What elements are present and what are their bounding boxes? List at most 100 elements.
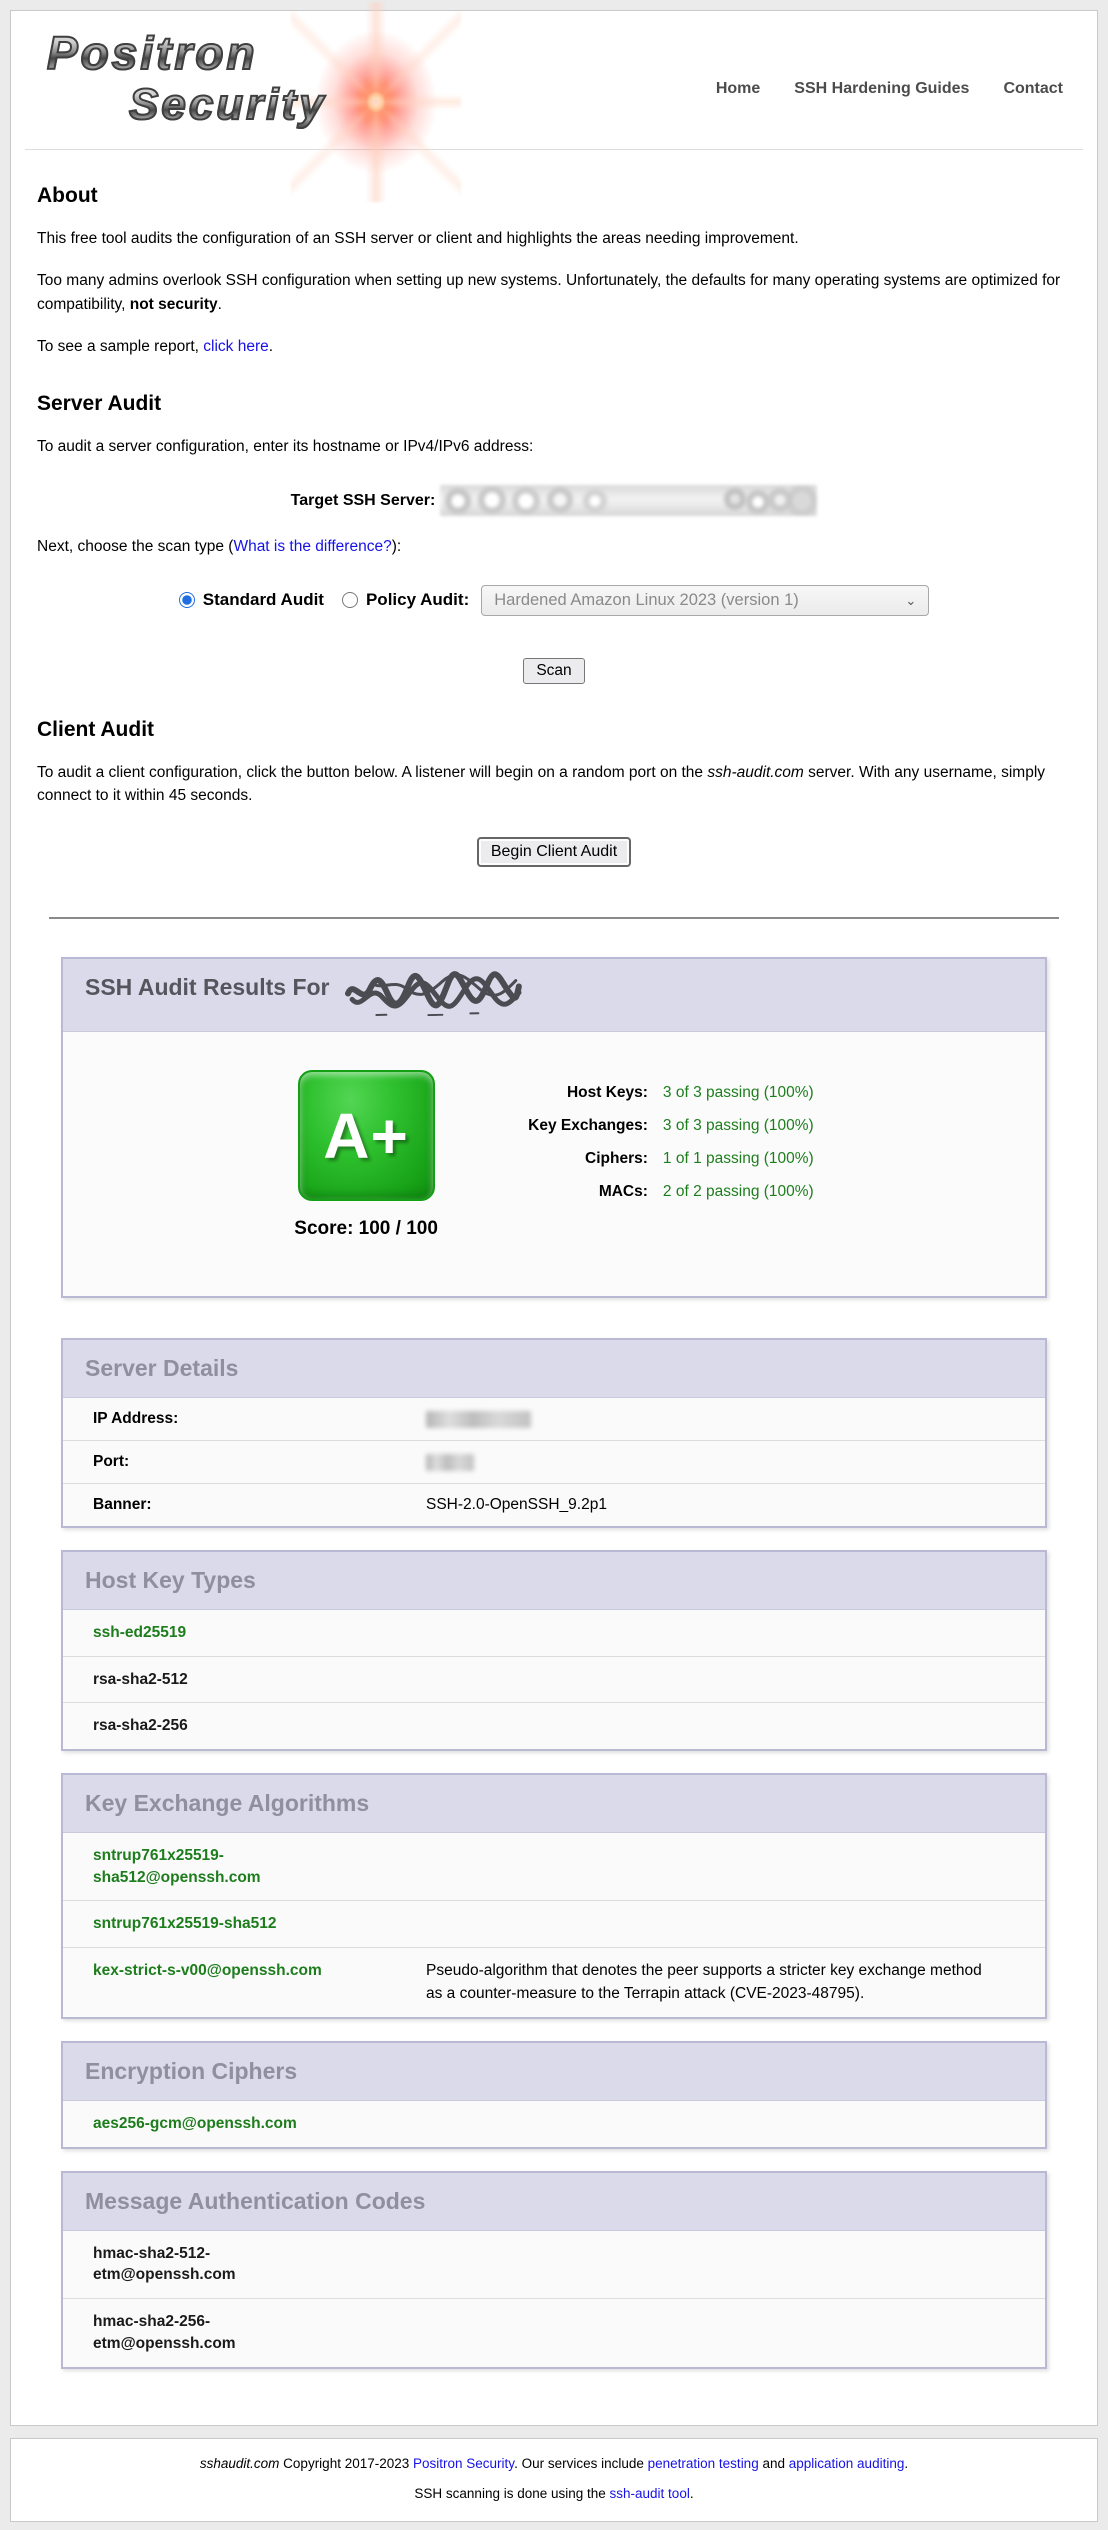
site-header: Positron Security Home SSH Hardening Gui… xyxy=(11,11,1097,149)
algorithm-row: rsa-sha2-256 xyxy=(63,1703,1045,1749)
nav-ssh-hardening-guides[interactable]: SSH Hardening Guides xyxy=(794,80,969,98)
algorithm-row: hmac-sha2-256- etm@openssh.com xyxy=(63,2299,1045,2366)
sample-report-link[interactable]: click here xyxy=(203,338,268,355)
about-paragraph-2: Too many admins overlook SSH configurati… xyxy=(37,269,1071,316)
score-text: Score: 100 / 100 xyxy=(294,1218,438,1240)
stat-row-macs: MACs: 2 of 2 passing (100%) xyxy=(486,1183,814,1201)
grade-badge: A+ xyxy=(298,1070,435,1201)
encryption-ciphers-list: aes256-gcm@openssh.com xyxy=(63,2101,1045,2147)
main-nav: Home SSH Hardening Guides Contact xyxy=(716,80,1063,98)
redacted-ip-value xyxy=(426,1411,531,1428)
results-panel-body: A+ Score: 100 / 100 Host Keys: 3 of 3 pa… xyxy=(63,1032,1045,1296)
scan-button[interactable]: Scan xyxy=(523,658,584,684)
algorithm-description: Pseudo-algorithm that denotes the peer s… xyxy=(426,1960,1045,2005)
grade-column: A+ Score: 100 / 100 xyxy=(294,1070,438,1240)
policy-audit-label: Policy Audit: xyxy=(366,590,469,610)
algorithm-description xyxy=(426,1913,1045,1935)
positron-security-logo: Positron Security xyxy=(33,18,463,150)
standard-audit-label: Standard Audit xyxy=(203,590,324,610)
begin-client-audit-button[interactable]: Begin Client Audit xyxy=(477,837,631,867)
algorithm-row: hmac-sha2-512- etm@openssh.com xyxy=(63,2231,1045,2299)
table-row-ip-address: IP Address: xyxy=(63,1398,1045,1441)
server-details-heading: Server Details xyxy=(63,1340,1045,1398)
site-footer: sshaudit.com Copyright 2017-2023 Positro… xyxy=(10,2438,1098,2522)
row-label: Banner: xyxy=(93,1496,426,1514)
encryption-ciphers-panel: Encryption Ciphers aes256-gcm@openssh.co… xyxy=(61,2041,1047,2149)
policy-select[interactable]: Hardened Amazon Linux 2023 (version 1) ⌄ xyxy=(481,585,929,616)
host-key-types-panel: Host Key Types ssh-ed25519rsa-sha2-512rs… xyxy=(61,1550,1047,1751)
stat-value: 3 of 3 passing (100%) xyxy=(663,1117,814,1135)
client-audit-heading: Client Audit xyxy=(37,718,1071,742)
algorithm-name: sntrup761x25519- sha512@openssh.com xyxy=(93,1845,426,1888)
ssh-audit-results-panel: SSH Audit Results For A+ Score: 100 / 10… xyxy=(61,957,1047,1298)
results-panel-header: SSH Audit Results For xyxy=(63,959,1045,1032)
scan-type-options: Standard Audit Policy Audit: Hardened Am… xyxy=(37,585,1071,616)
algorithm-name: sntrup761x25519-sha512 xyxy=(93,1913,426,1935)
algorithm-row: sntrup761x25519- sha512@openssh.com xyxy=(63,1833,1045,1901)
algorithm-row: kex-strict-s-v00@openssh.comPseudo-algor… xyxy=(63,1948,1045,2017)
host-key-types-list: ssh-ed25519rsa-sha2-512rsa-sha2-256 xyxy=(63,1610,1045,1749)
stat-label: Host Keys: xyxy=(486,1084,648,1102)
stat-value: 1 of 1 passing (100%) xyxy=(663,1150,814,1168)
scan-type-line: Next, choose the scan type (What is the … xyxy=(37,535,1071,558)
policy-audit-radio[interactable] xyxy=(342,592,358,608)
redacted-port-value xyxy=(426,1454,474,1471)
row-label: Port: xyxy=(93,1453,426,1471)
ssh-audit-tool-link[interactable]: ssh-audit tool xyxy=(610,2486,690,2501)
nav-contact[interactable]: Contact xyxy=(1003,80,1063,98)
table-row-banner: Banner: SSH-2.0-OpenSSH_9.2p1 xyxy=(63,1484,1045,1526)
about-heading: About xyxy=(37,184,1071,208)
target-server-input[interactable] xyxy=(440,485,817,516)
footer-line-1: sshaudit.com Copyright 2017-2023 Positro… xyxy=(11,2456,1097,2471)
macs-list: hmac-sha2-512- etm@openssh.comhmac-sha2-… xyxy=(63,2231,1045,2367)
logo-text-security: Security xyxy=(129,80,327,130)
main-content-card: Positron Security Home SSH Hardening Gui… xyxy=(10,10,1098,2426)
macs-heading: Message Authentication Codes xyxy=(63,2173,1045,2231)
server-audit-heading: Server Audit xyxy=(37,392,1071,416)
text-segment: . xyxy=(218,296,222,313)
text-segment: . xyxy=(269,338,273,355)
text-segment: . xyxy=(690,2486,694,2501)
redacted-hostname-scribble xyxy=(341,968,522,1017)
text-segment: Next, choose the scan type ( xyxy=(37,538,233,555)
table-row-port: Port: xyxy=(63,1441,1045,1484)
row-label: IP Address: xyxy=(93,1410,426,1428)
application-auditing-link[interactable]: application auditing xyxy=(789,2456,905,2471)
results-stats: Host Keys: 3 of 3 passing (100%) Key Exc… xyxy=(486,1084,814,1240)
text-segment: . xyxy=(904,2456,908,2471)
stat-row-ciphers: Ciphers: 1 of 1 passing (100%) xyxy=(486,1150,814,1168)
text-segment: To audit a client configuration, click t… xyxy=(37,764,707,781)
scan-type-difference-link[interactable]: What is the difference? xyxy=(233,538,391,555)
algorithm-row: rsa-sha2-512 xyxy=(63,1657,1045,1704)
stat-row-host-keys: Host Keys: 3 of 3 passing (100%) xyxy=(486,1084,814,1102)
results-panel-title: SSH Audit Results For xyxy=(85,974,330,1001)
page-content: About This free tool audits the configur… xyxy=(11,184,1097,867)
stat-value: 2 of 2 passing (100%) xyxy=(663,1183,814,1201)
target-server-label: Target SSH Server: xyxy=(291,492,436,510)
client-audit-paragraph: To audit a client configuration, click t… xyxy=(37,761,1071,808)
text-segment: This free tool audits the configuration … xyxy=(37,230,799,247)
policy-select-value: Hardened Amazon Linux 2023 (version 1) xyxy=(494,591,799,610)
key-exchange-heading: Key Exchange Algorithms xyxy=(63,1775,1045,1833)
standard-audit-radio[interactable] xyxy=(179,592,195,608)
algorithm-row: ssh-ed25519 xyxy=(63,1610,1045,1657)
stat-label: Ciphers: xyxy=(486,1150,648,1168)
positron-security-link[interactable]: Positron Security xyxy=(413,2456,514,2471)
server-details-panel: Server Details IP Address: Port: Banner:… xyxy=(61,1338,1047,1528)
penetration-testing-link[interactable]: penetration testing xyxy=(648,2456,759,2471)
text-segment: SSH scanning is done using the xyxy=(414,2486,609,2501)
text-segment: ): xyxy=(392,538,401,555)
text-segment: sshaudit.com xyxy=(200,2456,280,2471)
algorithm-description xyxy=(426,1845,1045,1888)
macs-panel: Message Authentication Codes hmac-sha2-5… xyxy=(61,2171,1047,2369)
chevron-down-icon: ⌄ xyxy=(905,594,916,607)
algorithm-name: kex-strict-s-v00@openssh.com xyxy=(93,1960,426,2005)
text-segment: To see a sample report, xyxy=(37,338,203,355)
about-paragraph-3: To see a sample report, click here. xyxy=(37,335,1071,358)
logo-text-positron: Positron xyxy=(47,26,258,80)
nav-home[interactable]: Home xyxy=(716,80,760,98)
stat-label: MACs: xyxy=(486,1183,648,1201)
algorithm-row: aes256-gcm@openssh.com xyxy=(63,2101,1045,2147)
text-segment: Copyright 2017-2023 xyxy=(279,2456,413,2471)
key-exchange-list: sntrup761x25519- sha512@openssh.com sntru… xyxy=(63,1833,1045,2017)
